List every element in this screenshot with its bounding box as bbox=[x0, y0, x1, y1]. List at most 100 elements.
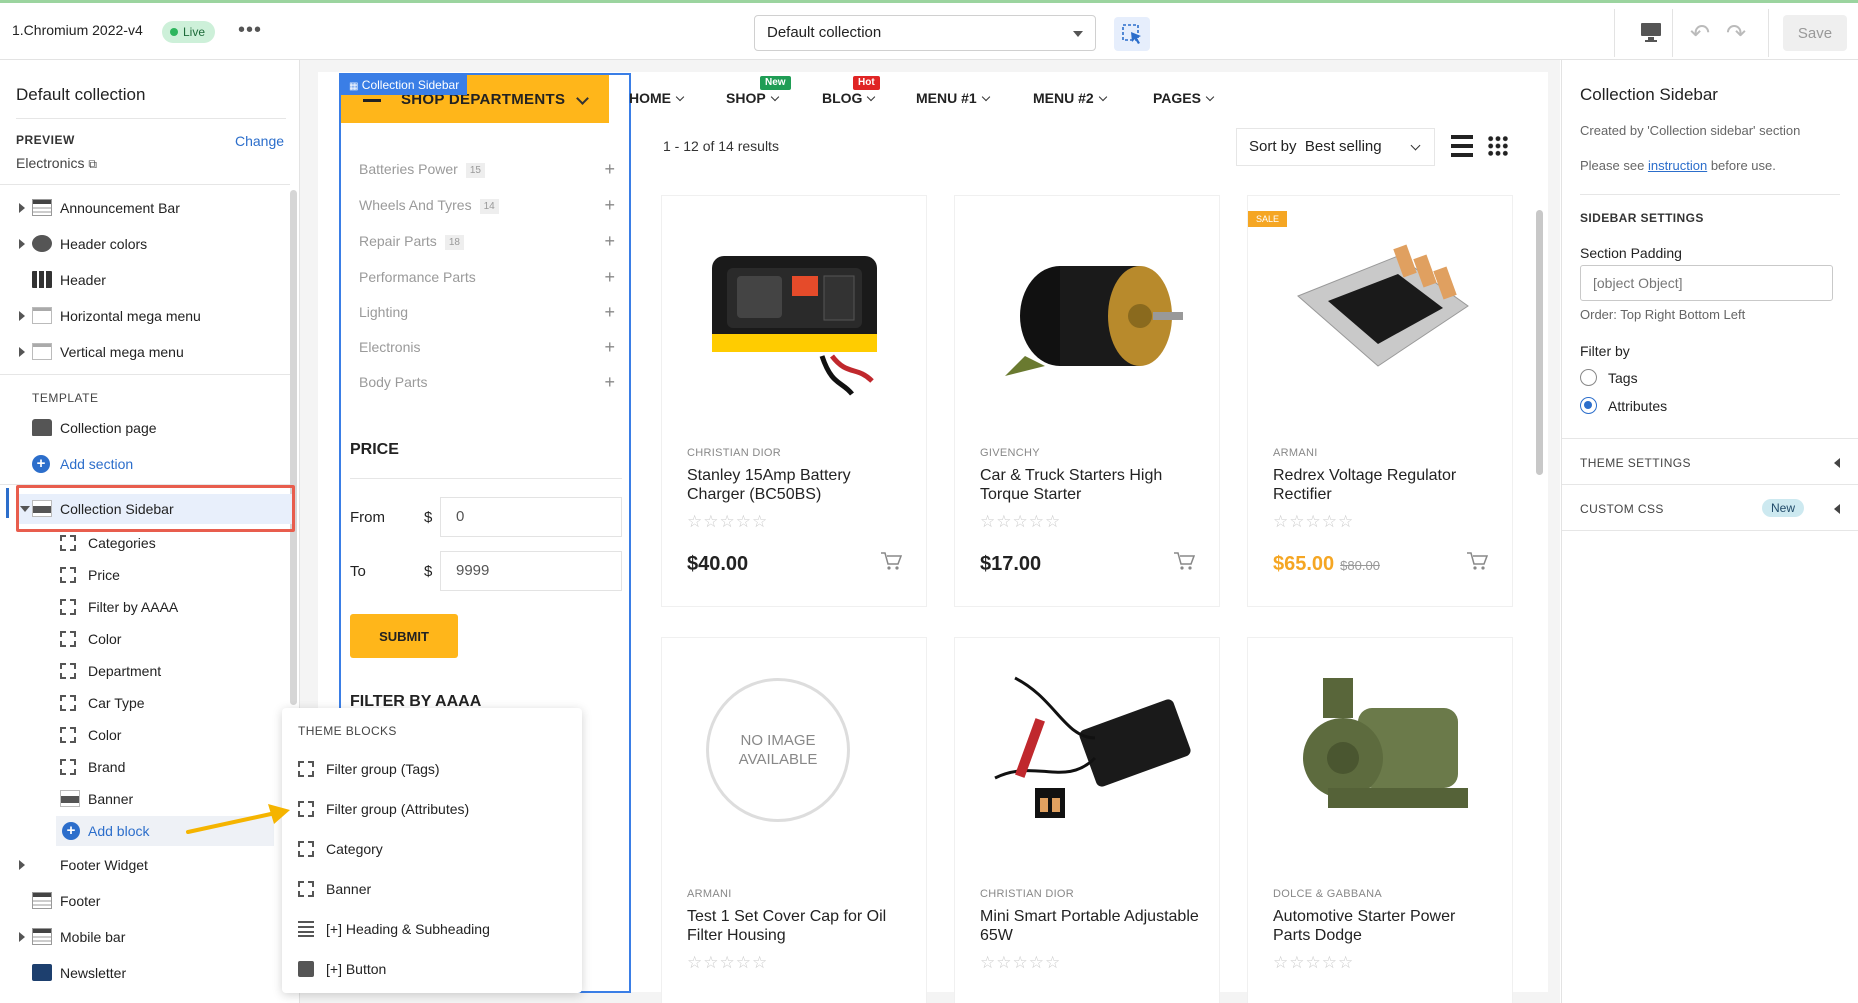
theme-block-banner[interactable]: Banner bbox=[298, 878, 568, 902]
radio-selected-icon[interactable] bbox=[1580, 397, 1597, 414]
add-section-button[interactable]: + Add section bbox=[0, 449, 290, 479]
expand-arrow-icon[interactable] bbox=[19, 203, 25, 213]
expand-arrow-icon[interactable] bbox=[19, 860, 25, 870]
rating-stars-icon: ☆☆☆☆☆ bbox=[687, 953, 769, 972]
cart-icon[interactable] bbox=[880, 551, 902, 571]
theme-settings-toggle[interactable]: THEME SETTINGS bbox=[1562, 440, 1858, 484]
section-mobile-bar[interactable]: Mobile bar bbox=[0, 922, 290, 952]
block-item[interactable]: Color bbox=[0, 720, 290, 750]
plus-icon[interactable]: + bbox=[604, 372, 615, 393]
category-item[interactable]: Batteries Power 15 + bbox=[359, 159, 615, 181]
undo-icon[interactable]: ↶ bbox=[1690, 19, 1710, 48]
product-card[interactable]: SALE ARMANI Redrex Voltage Regulator Rec… bbox=[1248, 196, 1512, 606]
plus-icon[interactable]: + bbox=[604, 267, 615, 288]
nav-label: SHOP bbox=[726, 90, 766, 106]
theme-block-heading[interactable]: [+] Heading & Subheading bbox=[298, 918, 568, 942]
sort-select[interactable]: Sort by Best selling bbox=[1236, 128, 1435, 166]
product-title[interactable]: Mini Smart Portable Adjustable 65W bbox=[980, 907, 1200, 945]
theme-block-button[interactable]: [+] Button bbox=[298, 958, 568, 982]
price-submit-button[interactable]: SUBMIT bbox=[350, 614, 458, 658]
category-item[interactable]: Body Parts + bbox=[359, 372, 615, 394]
price-to-input[interactable]: 9999 bbox=[440, 551, 622, 591]
category-item[interactable]: Wheels And Tyres 14 + bbox=[359, 195, 615, 217]
block-label: Banner bbox=[88, 791, 134, 807]
theme-block-label: [+] Button bbox=[326, 961, 387, 977]
theme-blocks-popup: THEME BLOCKS Filter group (Tags) Filter … bbox=[282, 708, 582, 993]
expand-arrow-icon[interactable] bbox=[19, 932, 25, 942]
section-newsletter[interactable]: Newsletter bbox=[0, 958, 290, 988]
divider bbox=[0, 184, 290, 185]
product-card[interactable]: NO IMAGE AVAILABLE ARMANI Test 1 Set Cov… bbox=[662, 638, 926, 1003]
category-item[interactable]: Repair Parts 18 + bbox=[359, 231, 615, 253]
grid-view-icon[interactable] bbox=[1487, 135, 1509, 157]
block-item[interactable]: Price bbox=[0, 560, 290, 590]
more-options-icon[interactable]: ••• bbox=[238, 19, 262, 42]
category-item[interactable]: Electronis + bbox=[359, 337, 615, 359]
category-name: Repair Parts bbox=[359, 233, 437, 249]
nav-shop[interactable]: SHOP bbox=[726, 90, 779, 106]
product-card[interactable]: DOLCE & GABBANA Automotive Starter Power… bbox=[1248, 638, 1512, 1003]
product-title[interactable]: Car & Truck Starters High Torque Starter bbox=[980, 466, 1200, 504]
cart-icon[interactable] bbox=[1173, 551, 1195, 571]
plus-icon[interactable]: + bbox=[604, 159, 615, 180]
nav-home[interactable]: HOME bbox=[629, 90, 685, 106]
product-card[interactable]: GIVENCHY Car & Truck Starters High Torqu… bbox=[955, 196, 1219, 606]
theme-block-filter-attributes[interactable]: Filter group (Attributes) bbox=[298, 798, 568, 822]
block-item[interactable]: Department bbox=[0, 656, 290, 686]
section-announcement-bar[interactable]: Announcement Bar bbox=[0, 193, 290, 223]
custom-css-toggle[interactable]: CUSTOM CSS New bbox=[1562, 486, 1858, 530]
nav-blog[interactable]: BLOG bbox=[822, 90, 876, 106]
section-horizontal-mega-menu[interactable]: Horizontal mega menu bbox=[0, 301, 290, 331]
product-title[interactable]: Automotive Starter Power Parts Dodge bbox=[1273, 907, 1493, 945]
section-vertical-mega-menu[interactable]: Vertical mega menu bbox=[0, 337, 290, 367]
plus-icon[interactable]: + bbox=[604, 337, 615, 358]
section-padding-input[interactable]: [object Object] bbox=[1580, 265, 1833, 301]
block-item[interactable]: Color bbox=[0, 624, 290, 654]
nav-menu-1[interactable]: MENU #1 bbox=[916, 90, 990, 106]
section-footer-widget[interactable]: Footer Widget bbox=[0, 850, 290, 880]
block-item[interactable]: Filter by AAAA bbox=[0, 592, 290, 622]
theme-block-category[interactable]: Category bbox=[298, 838, 568, 862]
nav-pages[interactable]: PAGES bbox=[1153, 90, 1215, 106]
nav-menu-2[interactable]: MENU #2 bbox=[1033, 90, 1107, 106]
before-use-text: before use. bbox=[1710, 158, 1776, 173]
block-item[interactable]: Car Type bbox=[0, 688, 290, 718]
list-view-icon[interactable] bbox=[1451, 135, 1473, 157]
preview-scrollbar[interactable] bbox=[1536, 210, 1543, 475]
plus-icon[interactable]: + bbox=[604, 195, 615, 216]
desktop-view-icon[interactable] bbox=[1640, 21, 1662, 43]
product-title[interactable]: Test 1 Set Cover Cap for Oil Filter Hous… bbox=[687, 907, 907, 945]
panel-scrollbar[interactable] bbox=[290, 190, 297, 705]
expand-arrow-icon[interactable] bbox=[19, 347, 25, 357]
product-card[interactable]: CHRISTIAN DIOR Stanley 15Amp Battery Cha… bbox=[662, 196, 926, 606]
expand-arrow-icon[interactable] bbox=[19, 311, 25, 321]
section-label: Vertical mega menu bbox=[60, 344, 184, 360]
product-title[interactable]: Redrex Voltage Regulator Rectifier bbox=[1273, 466, 1493, 504]
product-card[interactable]: CHRISTIAN DIOR Mini Smart Portable Adjus… bbox=[955, 638, 1219, 1003]
instruction-link[interactable]: instruction bbox=[1648, 158, 1707, 173]
section-footer[interactable]: Footer bbox=[0, 886, 290, 916]
plus-icon[interactable]: + bbox=[604, 302, 615, 323]
redo-icon[interactable]: ↷ bbox=[1726, 19, 1746, 48]
template-collection-page[interactable]: Collection page bbox=[0, 413, 290, 443]
block-item[interactable]: Brand bbox=[0, 752, 290, 782]
block-label: Color bbox=[88, 727, 122, 743]
category-item[interactable]: Performance Parts + bbox=[359, 267, 615, 289]
inspect-button[interactable] bbox=[1114, 17, 1150, 51]
theme-block-filter-tags[interactable]: Filter group (Tags) bbox=[298, 758, 568, 782]
expand-arrow-icon[interactable] bbox=[19, 239, 25, 249]
plus-icon[interactable]: + bbox=[604, 231, 615, 252]
external-link-icon[interactable]: ⧉ bbox=[88, 157, 97, 171]
block-item[interactable]: Categories bbox=[0, 528, 290, 558]
section-header[interactable]: Header bbox=[0, 265, 290, 295]
radio-unselected-icon[interactable] bbox=[1580, 369, 1597, 386]
category-item[interactable]: Lighting + bbox=[359, 302, 615, 324]
collection-select[interactable]: Default collection bbox=[754, 15, 1096, 51]
product-title[interactable]: Stanley 15Amp Battery Charger (BC50BS) bbox=[687, 466, 907, 504]
section-header-colors[interactable]: Header colors bbox=[0, 229, 290, 259]
cart-icon[interactable] bbox=[1466, 551, 1488, 571]
save-button[interactable]: Save bbox=[1783, 15, 1847, 51]
change-preview-link[interactable]: Change bbox=[235, 133, 284, 149]
collapse-triangle-icon bbox=[1834, 458, 1840, 468]
price-from-input[interactable]: 0 bbox=[440, 497, 622, 537]
